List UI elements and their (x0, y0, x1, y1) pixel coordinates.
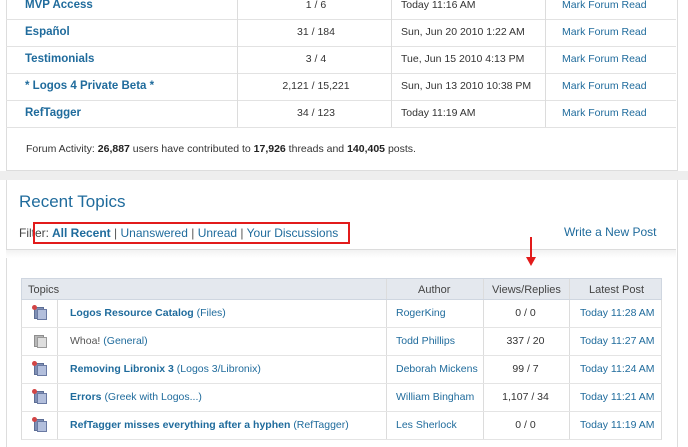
table-row: RefTagger misses everything after a hyph… (21, 412, 662, 440)
topic-category-link[interactable]: (Files) (197, 307, 226, 319)
topic-views-replies: 1,107 / 34 (502, 391, 549, 403)
topic-category-link[interactable]: (RefTagger) (293, 419, 348, 431)
topic-title-link[interactable]: Logos Resource Catalog (70, 307, 194, 319)
topic-latest-post-link[interactable]: Today 11:19 AM (580, 419, 655, 431)
section-divider (6, 249, 676, 258)
topic-latest-post-link[interactable]: Today 11:24 AM (580, 363, 655, 375)
forum-last-post: Sun, Jun 13 2010 10:38 PM (401, 80, 532, 92)
topic-views-replies: 0 / 0 (515, 307, 536, 319)
threads-count: 17,926 (253, 143, 286, 155)
topic-latest-post-link[interactable]: Today 11:27 AM (580, 335, 655, 347)
mark-forum-read-link[interactable]: Mark Forum Read (562, 0, 647, 11)
topic-author-link[interactable]: RogerKing (396, 307, 446, 319)
topic-title-link[interactable]: Removing Libronix 3 (70, 363, 174, 375)
unread-topic-icon (32, 305, 47, 320)
table-row: Removing Libronix 3 (Logos 3/Libronix) D… (21, 356, 662, 384)
forum-name-link[interactable]: MVP Access (25, 0, 93, 11)
mark-forum-read-link[interactable]: Mark Forum Read (562, 53, 647, 65)
topic-author-link[interactable]: Todd Phillips (396, 335, 455, 347)
forum-row: Testimonials 3 / 4 Tue, Jun 15 2010 4:13… (6, 46, 676, 74)
posts-count: 140,405 (347, 143, 386, 155)
topic-author-link[interactable]: William Bingham (396, 391, 474, 403)
topic-latest-post-link[interactable]: Today 11:21 AM (580, 391, 655, 403)
forum-row: MVP Access 1 / 6 Today 11:16 AM Mark For… (6, 0, 676, 20)
forum-name-link[interactable]: Testimonials (25, 53, 94, 65)
mark-forum-read-link[interactable]: Mark Forum Read (562, 80, 647, 92)
forum-count: 3 / 4 (305, 53, 327, 65)
forum-count: 1 / 6 (305, 0, 327, 11)
unread-topic-icon (32, 417, 47, 432)
header-views-replies: Views/Replies (492, 284, 561, 296)
topic-category-link[interactable]: (General) (103, 335, 147, 347)
mark-forum-read-link[interactable]: Mark Forum Read (562, 26, 647, 38)
read-topic-icon (34, 335, 47, 348)
column-divider (237, 0, 238, 127)
topic-title-link[interactable]: Errors (70, 391, 102, 403)
topic-views-replies: 337 / 20 (506, 335, 545, 347)
forum-row: * Logos 4 Private Beta * 2,121 / 15,221 … (6, 73, 676, 101)
forum-activity-summary: Forum Activity: 26,887 users have contri… (26, 143, 416, 155)
forum-row: Español 31 / 184 Sun, Jun 20 2010 1:22 A… (6, 19, 676, 47)
forum-last-post: Today 11:16 AM (401, 0, 476, 11)
topic-views-replies: 99 / 7 (512, 363, 539, 375)
topic-author-link[interactable]: Les Sherlock (396, 419, 457, 431)
red-arrow-annotation (526, 237, 536, 266)
section-gap (0, 171, 688, 180)
topic-latest-post-link[interactable]: Today 11:28 AM (580, 307, 655, 319)
unread-topic-icon (32, 389, 47, 404)
forum-name-link[interactable]: Español (25, 26, 70, 38)
topic-category-link[interactable]: (Greek with Logos...) (104, 391, 201, 403)
topic-views-replies: 0 / 0 (515, 419, 536, 431)
topic-category-link[interactable]: (Logos 3/Libronix) (177, 363, 261, 375)
header-topics: Topics (28, 284, 60, 296)
users-count: 26,887 (97, 143, 130, 155)
forum-name-link[interactable]: * Logos 4 Private Beta * (25, 80, 154, 92)
table-row: Logos Resource Catalog (Files) RogerKing… (21, 300, 662, 328)
forum-last-post: Today 11:19 AM (401, 107, 476, 119)
topic-title-link[interactable]: Whoa! (70, 335, 100, 347)
forum-last-post: Tue, Jun 15 2010 4:13 PM (401, 53, 525, 65)
column-divider (391, 0, 392, 127)
forum-count: 31 / 184 (297, 26, 335, 38)
forum-row: RefTagger 34 / 123 Today 11:19 AM Mark F… (6, 100, 676, 128)
header-latest-post: Latest Post (589, 284, 645, 296)
forum-count: 34 / 123 (297, 107, 335, 119)
forum-name-link[interactable]: RefTagger (25, 107, 81, 119)
table-row: Whoa! (General) Todd Phillips 337 / 20 T… (21, 328, 662, 356)
column-divider (545, 0, 546, 127)
forum-count: 2,121 / 15,221 (282, 80, 350, 92)
filter-highlight-box (33, 222, 350, 244)
topics-table-header: Topics Author Views/Replies Latest Post (21, 278, 662, 300)
write-new-post-link[interactable]: Write a New Post (564, 225, 656, 239)
topic-author-link[interactable]: Deborah Mickens (396, 363, 478, 375)
table-row: Errors (Greek with Logos...) William Bin… (21, 384, 662, 412)
unread-topic-icon (32, 361, 47, 376)
forum-last-post: Sun, Jun 20 2010 1:22 AM (401, 26, 525, 38)
topic-title-link[interactable]: RefTagger misses everything after a hyph… (70, 419, 290, 431)
recent-topics-title: Recent Topics (19, 192, 126, 211)
header-author: Author (418, 284, 451, 296)
mark-forum-read-link[interactable]: Mark Forum Read (562, 107, 647, 119)
